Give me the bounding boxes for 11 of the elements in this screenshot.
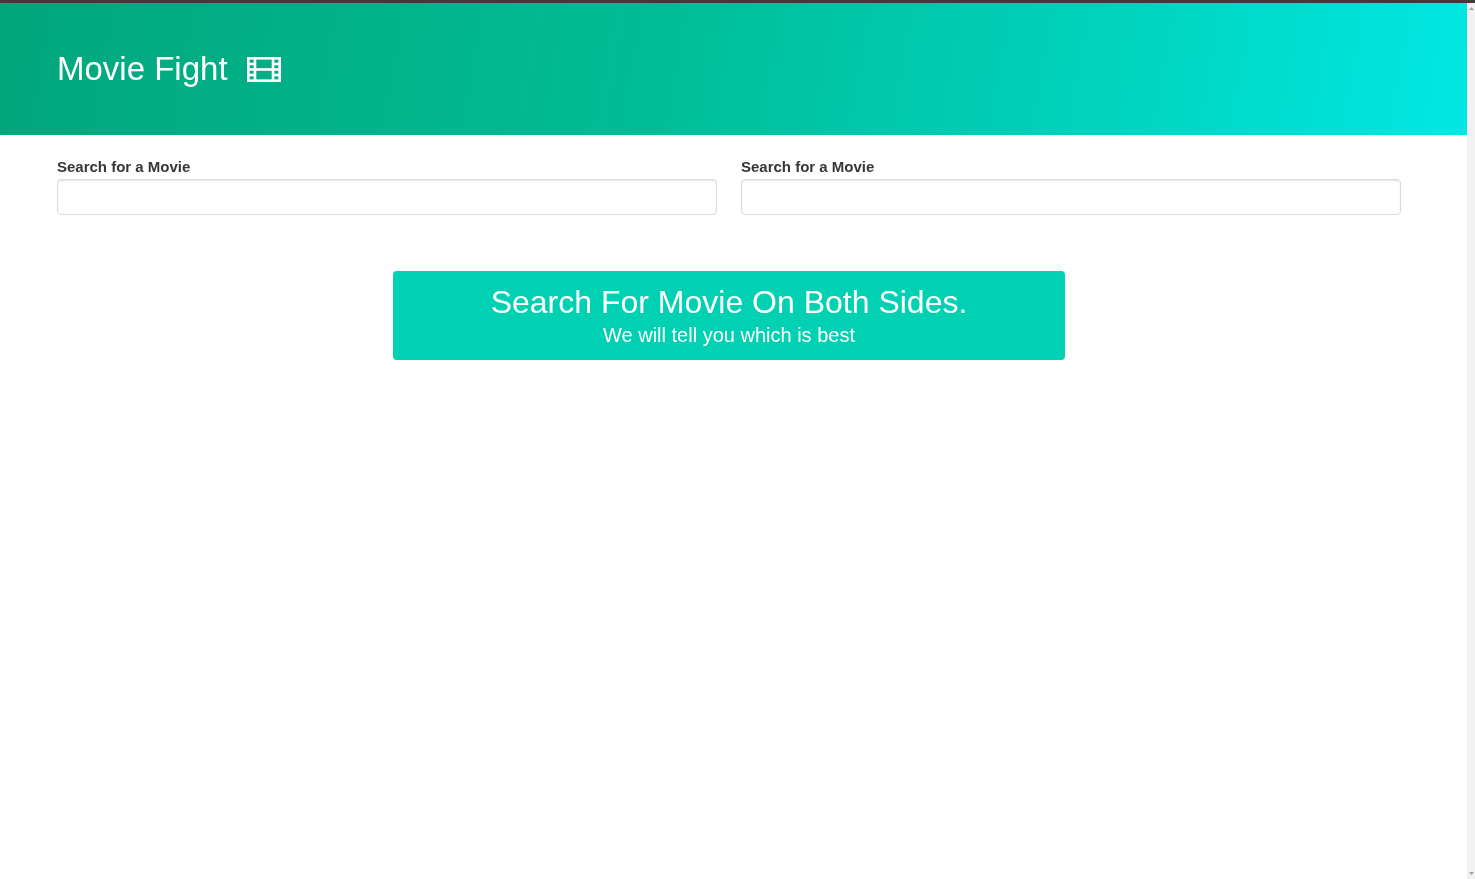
field-label: Search for a Movie xyxy=(741,158,876,176)
banner-subtitle: We will tell you which is best xyxy=(603,323,855,347)
scroll-down-icon[interactable] xyxy=(1468,872,1474,875)
search-input[interactable] xyxy=(741,179,1401,215)
banner-title: Search For Movie On Both Sides. xyxy=(490,284,968,320)
film-icon xyxy=(246,56,281,82)
search-input[interactable] xyxy=(57,179,717,215)
scroll-up-icon[interactable] xyxy=(1468,7,1474,10)
field-label: Search for a Movie xyxy=(57,158,192,176)
app-title: Movie Fight xyxy=(57,51,228,87)
scrollbar[interactable] xyxy=(1467,3,1475,879)
